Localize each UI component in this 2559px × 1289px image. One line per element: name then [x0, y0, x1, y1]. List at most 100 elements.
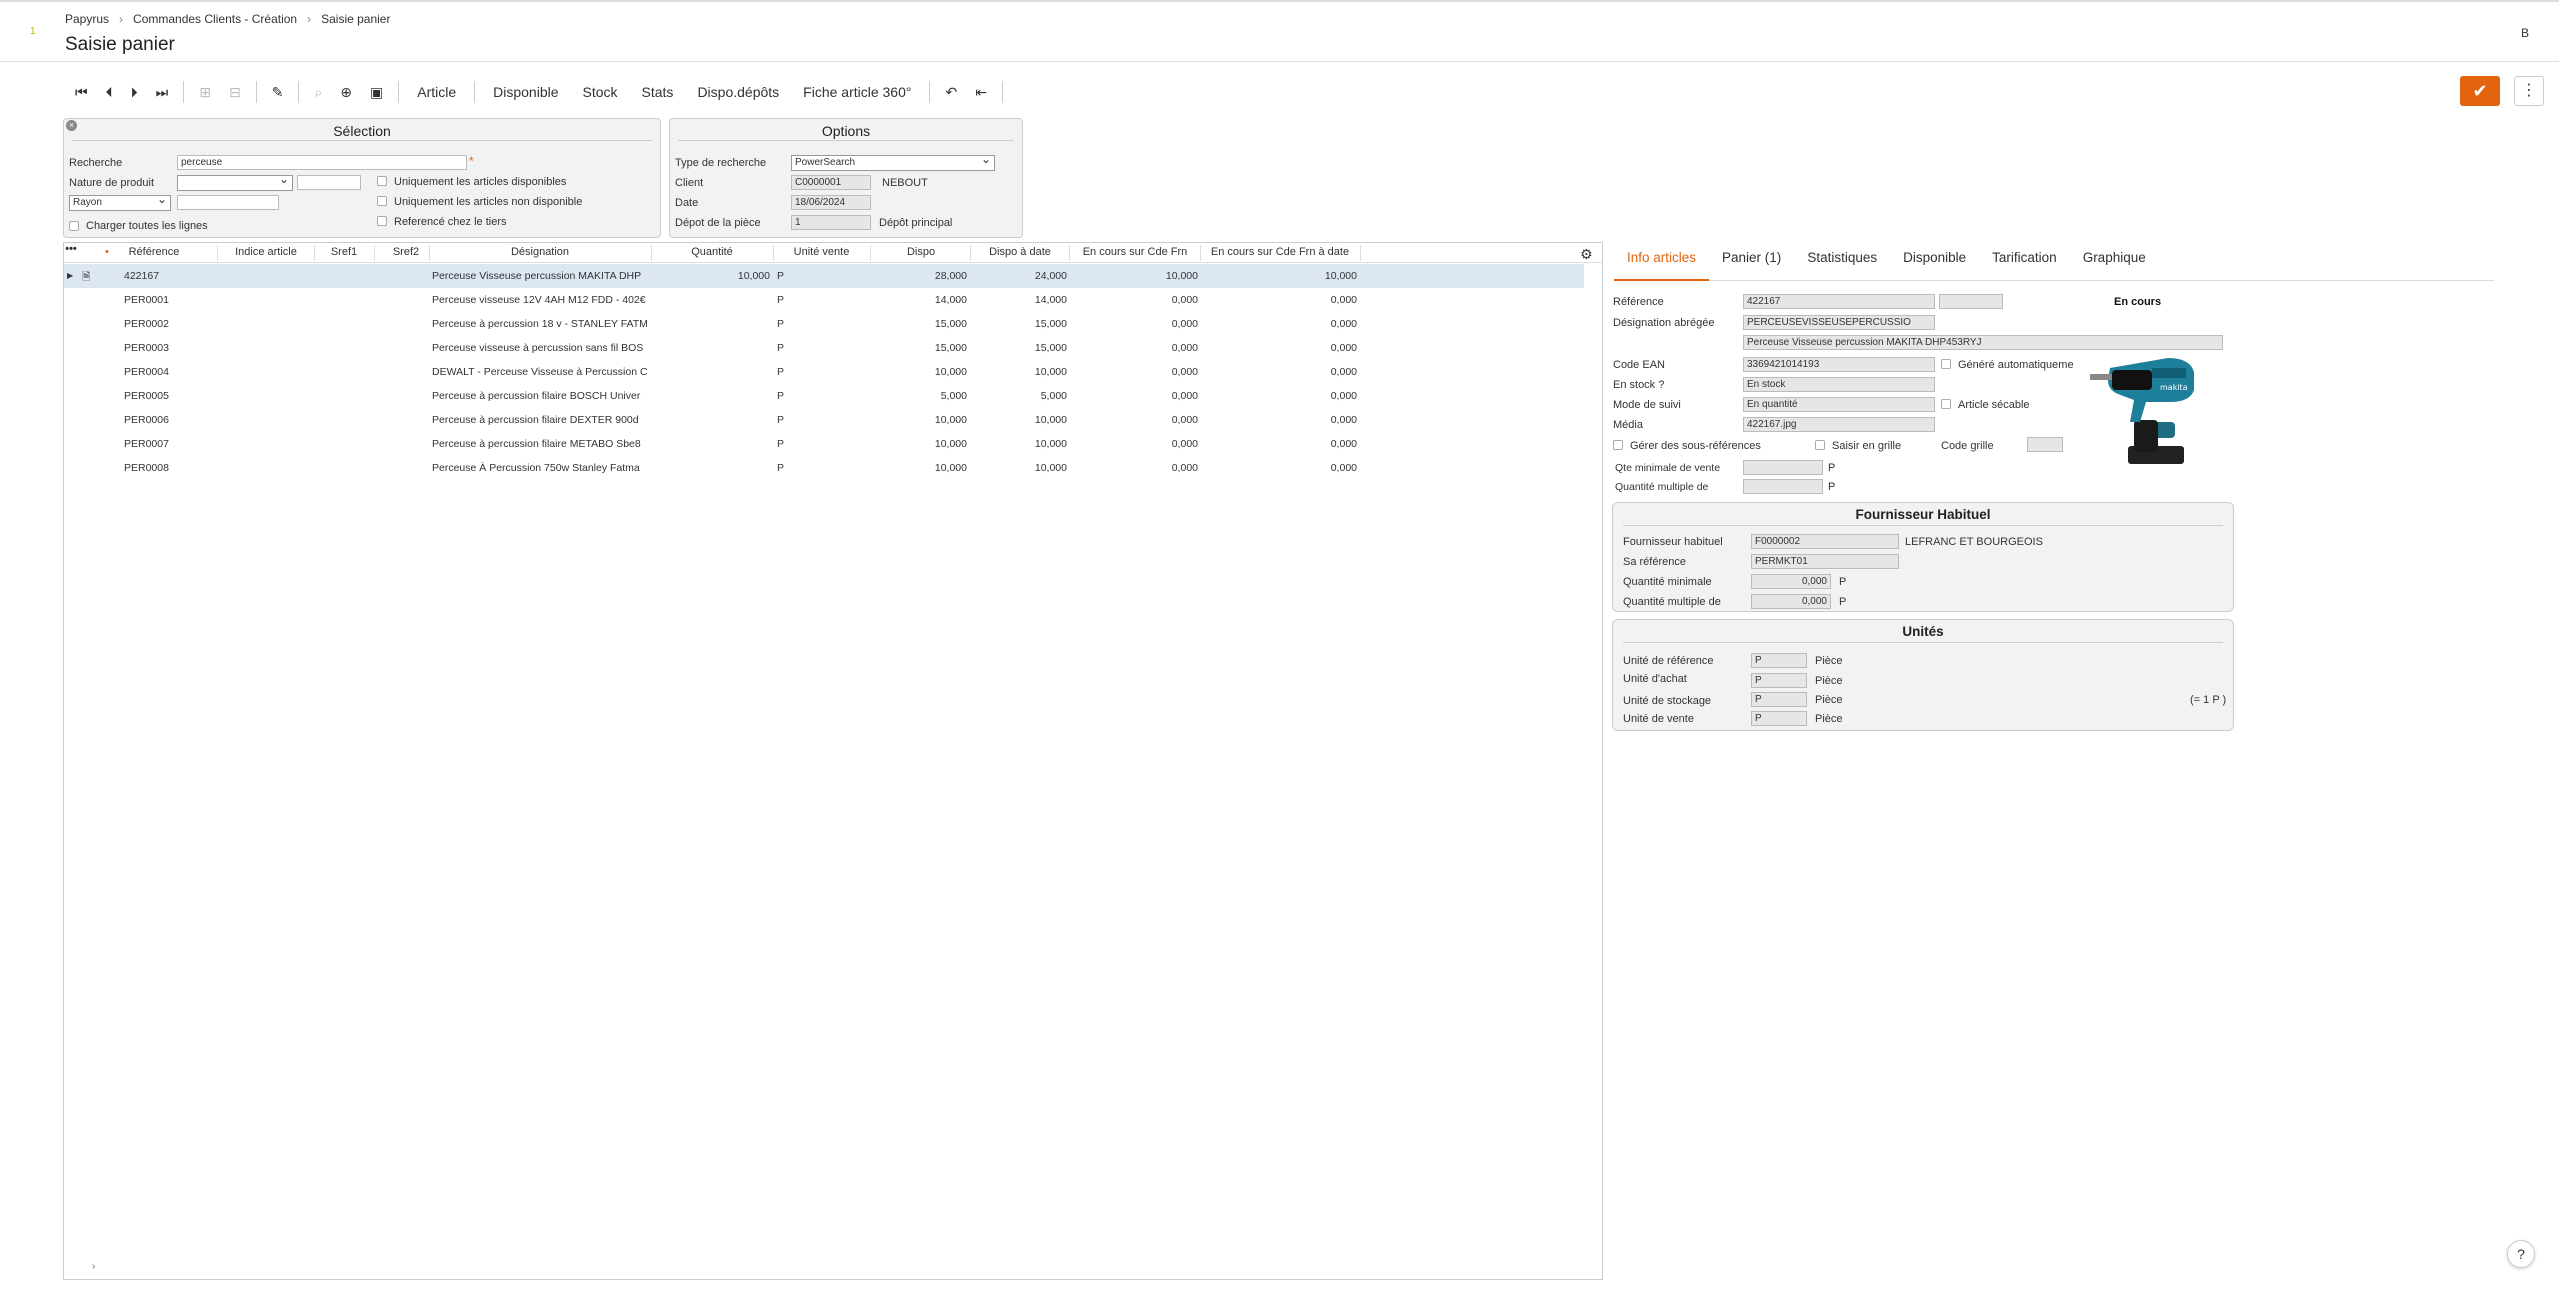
col-dispo[interactable]: Dispo — [871, 246, 971, 258]
unit-ref-code[interactable]: P — [1751, 653, 1807, 668]
des-abr-field[interactable]: PERCEUSEVISSEUSEPERCUSSIO — [1743, 315, 1935, 330]
document-icon[interactable]: 🗎 — [82, 269, 90, 287]
back-to-start-icon[interactable]: ⇤ — [966, 78, 996, 106]
only-available-checkbox[interactable] — [377, 176, 387, 186]
tab-tarification[interactable]: Tarification — [1979, 245, 2070, 281]
first-record-icon[interactable]: ⏮ — [66, 78, 97, 106]
col-unite-vente[interactable]: Unité vente — [774, 246, 869, 258]
col-sref1[interactable]: Sref1 — [315, 246, 373, 258]
unit-stock-code[interactable]: P — [1751, 692, 1807, 707]
col-en-cours-date[interactable]: En cours sur Cde Frn à date — [1201, 246, 1359, 258]
gear-icon[interactable]: ⚙ — [1580, 246, 1593, 263]
table-row[interactable]: PER0001 Perceuse visseuse 12V 4AH M12 FD… — [64, 288, 1584, 312]
cell-cde-date: 10,000 — [1324, 270, 1357, 282]
designation-field[interactable]: Perceuse Visseuse percussion MAKITA DHP4… — [1743, 335, 2223, 350]
more-options-icon[interactable]: ⋮ — [2514, 76, 2544, 106]
table-row[interactable]: PER0005 Perceuse à percussion filaire BO… — [64, 384, 1584, 408]
col-en-cours[interactable]: En cours sur Cde Frn — [1070, 246, 1200, 258]
qmin-field[interactable]: 0,000 — [1751, 574, 1831, 589]
date-field[interactable]: 18/06/2024 — [791, 195, 871, 210]
table-row[interactable]: PER0002 Perceuse à percussion 18 v - STA… — [64, 312, 1584, 336]
zoom-in-icon[interactable]: ⊕ — [331, 78, 361, 106]
ean-field[interactable]: 3369421014193 — [1743, 357, 1935, 372]
rayon-input[interactable] — [177, 195, 279, 210]
nature-select[interactable] — [177, 172, 293, 191]
col-reference[interactable]: Référence — [114, 246, 194, 258]
last-record-icon[interactable]: ⏭ — [147, 78, 178, 106]
cell-dispo-date: 10,000 — [1034, 414, 1067, 426]
rayon-select[interactable]: Rayon — [69, 192, 171, 211]
qmin-unit: P — [1839, 576, 1847, 588]
qte-min-field[interactable] — [1743, 460, 1823, 475]
qte-mult-label: Quantité multiple de — [1615, 481, 1709, 493]
reference-field[interactable]: 422167 — [1743, 294, 1935, 309]
next-record-icon[interactable]: ⏵ — [122, 78, 147, 106]
dispo-depots-button[interactable]: Dispo.dépôts — [685, 84, 791, 100]
secable-checkbox[interactable] — [1941, 399, 1951, 409]
reference-extra-field[interactable] — [1939, 294, 2003, 309]
table-row[interactable]: PER0004 DEWALT - Perceuse Visseuse à Per… — [64, 360, 1584, 384]
previous-record-icon[interactable]: ⏴ — [97, 78, 122, 106]
nature-input[interactable] — [297, 175, 361, 190]
client-code-field[interactable]: C0000001 — [791, 175, 871, 190]
qmult-field[interactable]: 0,000 — [1751, 594, 1831, 609]
col-sref2[interactable]: Sref2 — [375, 246, 437, 258]
tab-disponible[interactable]: Disponible — [1890, 245, 1979, 281]
undo-icon[interactable]: ↶ — [936, 78, 966, 106]
tab-info-articles[interactable]: Info articles — [1614, 245, 1710, 281]
stock-button[interactable]: Stock — [571, 84, 630, 100]
qte-mult-field[interactable] — [1743, 479, 1823, 494]
fiche-article-360-button[interactable]: Fiche article 360° — [791, 84, 923, 100]
breadcrumb-item[interactable]: Commandes Clients - Création — [133, 12, 297, 26]
remove-line-icon[interactable]: ⊟ — [220, 78, 250, 106]
media-field[interactable]: 422167.jpg — [1743, 417, 1935, 432]
stats-button[interactable]: Stats — [630, 84, 686, 100]
col-indice[interactable]: Indice article — [219, 246, 313, 258]
table-row[interactable]: ▶ 🗎 422167 Perceuse Visseuse percussion … — [64, 264, 1584, 288]
code-grille-field[interactable] — [2027, 437, 2063, 452]
cell-qty[interactable]: 10,000 — [652, 270, 770, 282]
help-button[interactable]: ? — [2507, 1240, 2535, 1268]
selection-panel: × Sélection Recherche perceuse * Nature … — [63, 118, 661, 238]
only-unavailable-checkbox[interactable] — [377, 196, 387, 206]
unit-achat-code[interactable]: P — [1751, 673, 1807, 688]
grid-menu-icon[interactable]: ••• — [64, 243, 78, 255]
search-icon[interactable]: ⌕ — [305, 78, 331, 106]
sa-ref-field[interactable]: PERMKT01 — [1751, 554, 1899, 569]
table-row[interactable]: PER0007 Perceuse à percussion filaire ME… — [64, 432, 1584, 456]
avatar[interactable]: B — [2514, 22, 2536, 44]
table-row[interactable]: PER0008 Perceuse À Percussion 750w Stanl… — [64, 456, 1584, 480]
tab-statistiques[interactable]: Statistiques — [1794, 245, 1890, 281]
expand-arrow-icon[interactable]: › — [92, 1261, 95, 1272]
breadcrumb-item[interactable]: Papyrus — [65, 12, 109, 26]
depot-code-field[interactable]: 1 — [791, 215, 871, 230]
disponible-button[interactable]: Disponible — [481, 84, 570, 100]
suivi-field[interactable]: En quantité — [1743, 397, 1935, 412]
expand-icon[interactable]: ▶ — [67, 271, 73, 280]
type-recherche-select[interactable]: PowerSearch — [791, 152, 995, 171]
grille-checkbox[interactable] — [1815, 440, 1825, 450]
edit-pencil-icon[interactable]: ✎ — [263, 78, 293, 106]
cart-icon[interactable]: ▣ — [361, 78, 392, 106]
validate-button[interactable]: ✔ — [2460, 76, 2500, 106]
table-row[interactable]: PER0006 Perceuse à percussion filaire DE… — [64, 408, 1584, 432]
frn-code-field[interactable]: F0000002 — [1751, 534, 1899, 549]
tab-panier[interactable]: Panier (1) — [1709, 245, 1794, 281]
load-all-checkbox[interactable] — [69, 221, 79, 231]
ean-auto-checkbox[interactable] — [1941, 359, 1951, 369]
tab-graphique[interactable]: Graphique — [2070, 245, 2159, 281]
referenced-tiers-checkbox[interactable] — [377, 216, 387, 226]
recherche-input[interactable]: perceuse — [177, 155, 467, 170]
article-button[interactable]: Article — [405, 84, 468, 100]
col-designation[interactable]: Désignation — [430, 246, 650, 258]
add-line-icon[interactable]: ⊞ — [190, 78, 220, 106]
table-row[interactable]: PER0003 Perceuse visseuse à percussion s… — [64, 336, 1584, 360]
sous-ref-checkbox[interactable] — [1613, 440, 1623, 450]
collapse-icon[interactable]: × — [66, 120, 77, 131]
unit-vente-code[interactable]: P — [1751, 711, 1807, 726]
cell-cde: 0,000 — [1171, 414, 1198, 426]
col-dispo-date[interactable]: Dispo à date — [971, 246, 1069, 258]
menu-icon[interactable]: 1 — [30, 26, 36, 37]
stock-field[interactable]: En stock — [1743, 377, 1935, 392]
col-quantite[interactable]: Quantité — [652, 246, 772, 258]
